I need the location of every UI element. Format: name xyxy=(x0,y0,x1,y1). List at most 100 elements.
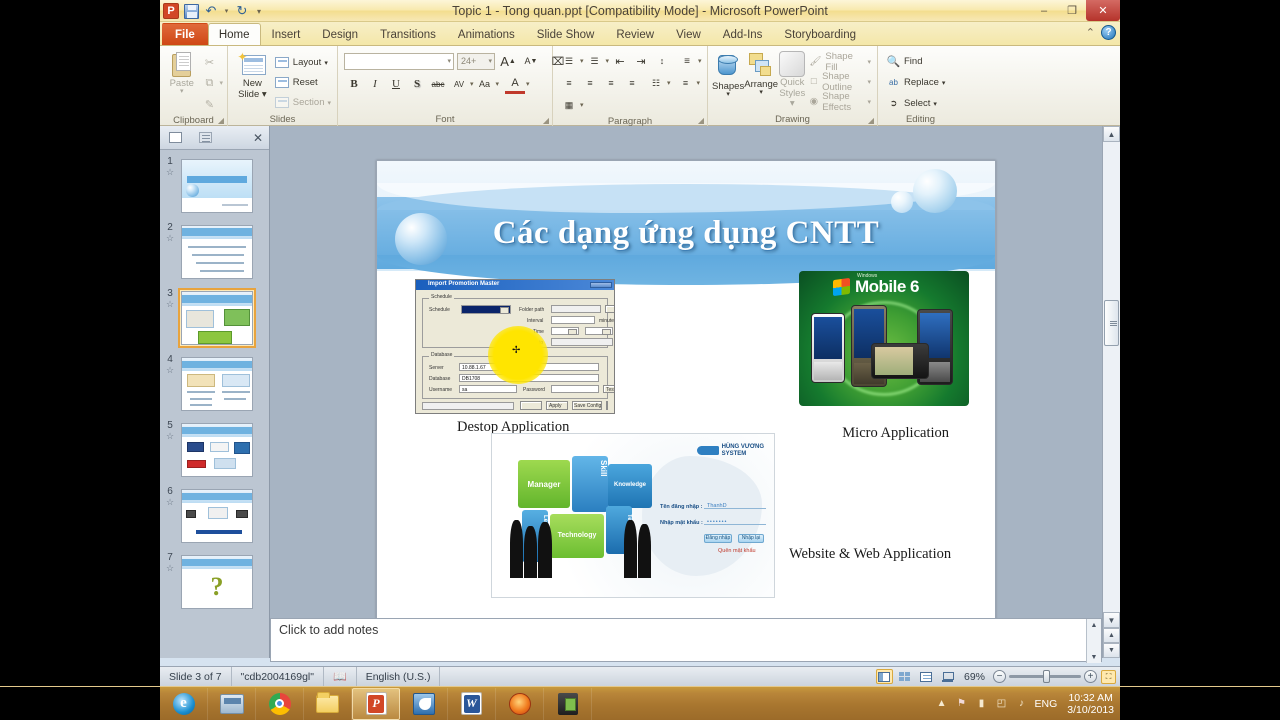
tab-view[interactable]: View xyxy=(665,23,712,45)
password-field[interactable] xyxy=(551,384,599,393)
taskbar-outlook[interactable] xyxy=(400,687,448,720)
underline-icon[interactable]: U xyxy=(386,74,406,94)
fit-to-window-button[interactable]: ⛶ xyxy=(1101,669,1116,684)
zoom-slider[interactable]: − + xyxy=(993,670,1097,683)
time-from-combo[interactable] xyxy=(551,326,579,335)
bold-icon[interactable]: B xyxy=(344,74,364,94)
minimize-ribbon-icon[interactable]: ⌃ xyxy=(1086,26,1095,39)
close-panel-icon[interactable]: ✕ xyxy=(247,127,269,149)
taskbar-windows-explorer[interactable] xyxy=(208,687,256,720)
shape-outline-button[interactable]: □ Shape Outline ▾ xyxy=(807,71,873,93)
username-field[interactable] xyxy=(459,384,517,393)
tab-home[interactable]: Home xyxy=(207,23,261,45)
bullets-icon[interactable]: ☰ xyxy=(559,51,579,71)
arrange-button[interactable]: Arrange ▾ xyxy=(744,49,778,96)
tab-animations[interactable]: Animations xyxy=(447,23,526,45)
dialog-button-1[interactable] xyxy=(520,400,542,410)
login-submit-button[interactable]: Đăng nhập xyxy=(704,533,732,543)
reset-button[interactable]: Reset xyxy=(273,73,333,92)
desktop-application-image[interactable]: Import Promotion Master Schedule Schedul… xyxy=(415,278,615,414)
grow-font-icon[interactable]: A ▲ xyxy=(498,51,518,71)
status-language[interactable]: English (U.S.) xyxy=(357,666,441,687)
align-left-icon[interactable]: ≡ xyxy=(559,73,579,93)
copy-icon[interactable]: ⧉ xyxy=(199,73,219,93)
italic-icon[interactable]: I xyxy=(365,74,385,94)
select-button[interactable]: ➲ Select ▾ xyxy=(884,94,939,113)
slide-thumbnail-4[interactable]: 4 ☆ xyxy=(160,352,269,416)
close-dialog-button[interactable] xyxy=(606,400,608,410)
notes-scroll-down[interactable]: ▼ xyxy=(1087,651,1101,663)
scroll-thumb[interactable] xyxy=(1104,300,1119,346)
strikethrough-icon[interactable]: abc xyxy=(428,74,448,94)
text-direction-caret-icon[interactable]: ▾ xyxy=(698,57,702,65)
restore-button[interactable]: ❐ xyxy=(1058,0,1086,21)
status-theme-name[interactable]: "cdb2004169gl" xyxy=(232,666,324,687)
slide-sorter-button[interactable] xyxy=(897,669,914,684)
section-button[interactable]: Section ▾ xyxy=(273,93,333,112)
battery-icon[interactable]: ▮ xyxy=(975,697,989,711)
tab-file[interactable]: File xyxy=(162,23,208,45)
micro-application-image[interactable]: Windows Mobile 6 xyxy=(799,270,969,406)
numbering-caret-icon[interactable]: ▾ xyxy=(606,57,610,65)
align-center-icon[interactable]: ≡ xyxy=(580,73,600,93)
taskbar-powerpoint[interactable]: P xyxy=(352,687,400,720)
browse-button[interactable] xyxy=(605,304,614,313)
align-text-icon[interactable]: ≡ xyxy=(676,73,696,93)
find-button[interactable]: 🔍 Find xyxy=(884,52,924,71)
interval-field[interactable] xyxy=(551,315,595,324)
columns-caret-icon[interactable]: ▾ xyxy=(667,79,671,87)
layout-button[interactable]: Layout ▾ xyxy=(273,53,333,72)
slide-scrollbar[interactable]: ▲ ▼ ▲ ▼ xyxy=(1102,126,1120,658)
shape-fill-button[interactable]: 🖌 Shape Fill ▾ xyxy=(807,51,873,73)
text-direction-icon[interactable]: ≡ xyxy=(677,51,697,71)
bullets-caret-icon[interactable]: ▾ xyxy=(580,57,584,65)
paragraph-dialog-launcher[interactable]: ◢ xyxy=(698,116,704,125)
notes-scrollbar[interactable]: ▲ ▼ xyxy=(1086,619,1101,663)
scroll-up-button[interactable]: ▲ xyxy=(1103,126,1120,142)
slide-thumbnail-list[interactable]: 1 ☆ 2 ☆ 3 ☆ 4 ☆ 5 ☆ 6 ☆ 7 ☆ ? xyxy=(160,150,269,658)
slide-title[interactable]: Các dạng ứng dụng CNTT xyxy=(377,215,995,252)
font-size-combo[interactable]: 24+ ▾ xyxy=(457,52,495,70)
character-spacing-icon[interactable]: AV xyxy=(449,74,469,94)
clipboard-dialog-launcher[interactable]: ◢ xyxy=(218,116,224,125)
zoom-slider-thumb[interactable] xyxy=(1043,670,1050,683)
clock[interactable]: 10:32 AM 3/10/2013 xyxy=(1063,692,1114,716)
current-slide[interactable]: Các dạng ứng dụng CNTT Import Promotion … xyxy=(376,159,996,625)
tab-add-ins[interactable]: Add-Ins xyxy=(712,23,774,45)
replace-button[interactable]: ab Replace ▾ xyxy=(884,73,947,92)
increase-indent-icon[interactable]: ⇥ xyxy=(631,51,651,71)
paste-button[interactable]: Paste ▾ xyxy=(164,50,199,95)
slide-editing-area[interactable]: Các dạng ứng dụng CNTT Import Promotion … xyxy=(270,126,1102,658)
slide-thumbnail-5[interactable]: 5 ☆ xyxy=(160,418,269,482)
taskbar-google-chrome[interactable] xyxy=(256,687,304,720)
status-spellcheck[interactable]: 📖 xyxy=(324,666,357,687)
text-shadow-icon[interactable]: S xyxy=(407,74,427,94)
slide-thumbnail-1[interactable]: 1 ☆ xyxy=(160,154,269,218)
change-case-caret-icon[interactable]: ▾ xyxy=(496,80,500,88)
zoom-level-label[interactable]: 69% xyxy=(960,671,989,683)
slide-thumbnail-6[interactable]: 6 ☆ xyxy=(160,484,269,548)
copy-caret-icon[interactable]: ▾ xyxy=(219,79,223,87)
normal-view-button[interactable] xyxy=(875,669,893,684)
close-button[interactable]: ✕ xyxy=(1086,0,1120,21)
font-name-combo[interactable]: ▾ xyxy=(344,52,454,70)
format-painter-icon[interactable]: ✎ xyxy=(199,94,219,114)
drawing-dialog-launcher[interactable]: ◢ xyxy=(868,116,874,125)
action-center-icon[interactable]: ⚑ xyxy=(955,697,969,711)
network-icon[interactable]: ◰ xyxy=(995,697,1009,711)
taskbar-firefox[interactable] xyxy=(496,687,544,720)
columns-icon[interactable]: ☷ xyxy=(646,73,666,93)
time-to-combo[interactable] xyxy=(585,326,613,335)
numbering-icon[interactable]: ☰ xyxy=(585,51,605,71)
quick-styles-button[interactable]: Quick Styles ▾ xyxy=(778,49,806,109)
justify-icon[interactable]: ≡ xyxy=(622,73,642,93)
zoom-out-button[interactable]: − xyxy=(993,670,1006,683)
cut-icon[interactable]: ✂ xyxy=(199,52,219,72)
minimize-button[interactable]: – xyxy=(1030,0,1058,21)
align-right-icon[interactable]: ≡ xyxy=(601,73,621,93)
schedule-combo[interactable] xyxy=(461,304,511,314)
outline-tab[interactable] xyxy=(190,127,220,149)
tab-review[interactable]: Review xyxy=(605,23,665,45)
taskbar-word[interactable]: W xyxy=(448,687,496,720)
convert-to-smartart-icon[interactable]: ▦ xyxy=(559,95,579,115)
